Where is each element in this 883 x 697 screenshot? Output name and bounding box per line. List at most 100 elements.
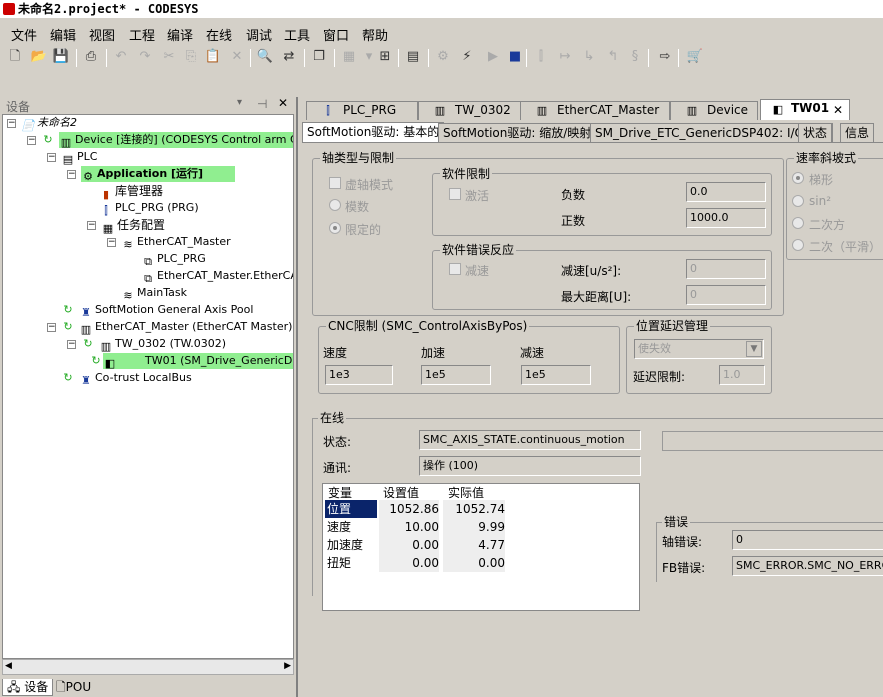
tab-ethercat-master[interactable]: ▥ EtherCAT_Master	[520, 101, 670, 120]
chevron-down-icon[interactable]: ▼	[746, 341, 762, 357]
cut-icon[interactable]: ✂	[160, 48, 178, 66]
step-out-icon[interactable]: ↰	[604, 48, 622, 66]
new-file-icon[interactable]: 🗋	[6, 48, 24, 66]
ethercat-icon: ▥	[536, 104, 548, 117]
menu-file[interactable]: 文件	[11, 25, 37, 44]
tab-tw01[interactable]: ◧ TW01 ✕	[760, 99, 850, 120]
tree-node-ethercat-master[interactable]: ▥ EtherCAT_Master (EtherCAT Master)	[79, 319, 293, 336]
replace-icon[interactable]: ⇄	[280, 48, 298, 66]
tab-tw0302[interactable]: ▥ TW_0302	[418, 101, 522, 120]
max-distance-field[interactable]: 0	[686, 285, 766, 305]
tab-info[interactable]: 信息	[840, 123, 875, 142]
undo-icon[interactable]: ↶	[112, 48, 130, 66]
tree-node-call-plc-prg[interactable]: ⧉ PLC_PRG	[141, 251, 206, 268]
virtual-mode-checkbox[interactable]	[329, 177, 341, 189]
cart-icon[interactable]: 🛒	[686, 48, 704, 66]
arrow-icon[interactable]: ⇨	[656, 48, 674, 66]
delete-icon[interactable]: ✕	[228, 48, 246, 66]
add-object-icon[interactable]: ⊞	[376, 48, 394, 66]
stop-icon[interactable]: ■	[506, 48, 524, 66]
login-icon[interactable]: ⚙	[434, 48, 452, 66]
window-icon[interactable]: ❐	[310, 48, 328, 66]
tab-devices[interactable]: 🖧 设备	[2, 679, 54, 696]
positive-limit-field[interactable]: 1000.0	[686, 208, 766, 228]
run-icon[interactable]: ▶	[484, 48, 502, 66]
menu-window[interactable]: 窗口	[323, 25, 349, 44]
tab-softmotion-basic[interactable]: SoftMotion驱动: 基本的	[302, 122, 445, 142]
logout-icon[interactable]: ⚡	[458, 48, 476, 66]
grid-icon[interactable]: ▦	[340, 48, 358, 66]
tab-device[interactable]: ▥ Device	[670, 101, 758, 120]
tree-node-application[interactable]: ⚙ Application [运行]	[81, 166, 235, 183]
modulo-radio[interactable]	[329, 199, 341, 211]
tab-softmotion-scaling[interactable]: SoftMotion驱动: 缩放/映射	[438, 123, 597, 142]
negative-limit-field[interactable]: 0.0	[686, 182, 766, 202]
tab-pou[interactable]: 🗋POU	[52, 679, 95, 696]
decel-field[interactable]: 0	[686, 259, 766, 279]
menu-debug[interactable]: 调试	[246, 25, 272, 44]
quadratic-radio[interactable]	[792, 217, 804, 229]
redo-icon[interactable]: ↷	[136, 48, 154, 66]
menu-tools[interactable]: 工具	[284, 25, 310, 44]
tree-node-maintask[interactable]: ≋ MainTask	[121, 285, 187, 302]
tab-io-mapping[interactable]: SM_Drive_ETC_GenericDSP402: I/O映射	[590, 123, 833, 142]
table-row[interactable]: 位置	[325, 500, 377, 518]
table-row[interactable]: 加速度	[327, 536, 363, 554]
tab-plc-prg[interactable]: ⫿ PLC_PRG	[306, 101, 418, 120]
table-row[interactable]: 速度	[327, 518, 351, 536]
tree-node-plc[interactable]: ▤ PLC	[61, 149, 98, 166]
force-icon[interactable]: §	[626, 48, 644, 66]
toolbar: 🗋 📂 💾 ⎙ ↶ ↷ ✂ ⎘ 📋 ✕ 🔍 ⇄ ❐ ▦ ▾ ⊞ ▤ ⚙ ⚡ ▶ …	[0, 44, 883, 72]
print-icon[interactable]: ⎙	[82, 48, 100, 66]
step-into-icon[interactable]: ↳	[580, 48, 598, 66]
pin-icon[interactable]: ⊣	[257, 97, 267, 111]
limited-radio[interactable]	[329, 222, 341, 234]
panel-menu-icon[interactable]: ▾	[237, 97, 242, 108]
tree-node-task-config[interactable]: ▦ 任务配置	[101, 217, 165, 235]
decel-checkbox[interactable]	[449, 263, 461, 275]
step-over-icon[interactable]: ↦	[556, 48, 574, 66]
sin2-radio[interactable]	[792, 195, 804, 207]
scroll-left-icon[interactable]: ◀	[5, 661, 12, 671]
menu-edit[interactable]: 编辑	[50, 25, 76, 44]
lag-select[interactable]: 使失效	[634, 339, 764, 359]
open-folder-icon[interactable]: 📂	[30, 48, 48, 66]
tree-node-localbus[interactable]: ♜ Co-trust LocalBus	[79, 370, 192, 387]
cnc-velocity-field[interactable]: 1e3	[325, 365, 393, 385]
menu-help[interactable]: 帮助	[362, 25, 388, 44]
tree-node-library[interactable]: ▮ 库管理器	[99, 183, 163, 201]
quadratic-smooth-radio[interactable]	[792, 239, 804, 251]
tree-hscrollbar[interactable]: ◀ ▶	[2, 659, 294, 675]
soft-limit-activate-checkbox[interactable]	[449, 188, 461, 200]
save-icon[interactable]: 💾	[52, 48, 70, 66]
tree-node-device[interactable]: ▥ Device [连接的] (CODESYS Control arm CTH	[59, 132, 293, 149]
table-row[interactable]: 扭矩	[327, 554, 351, 572]
build-icon[interactable]: ▤	[404, 48, 422, 66]
ethercat-icon: ▥	[80, 323, 92, 336]
menu-view[interactable]: 视图	[89, 25, 115, 44]
menu-online[interactable]: 在线	[206, 25, 232, 44]
menu-project[interactable]: 工程	[129, 25, 155, 44]
paste-icon[interactable]: 📋	[204, 48, 222, 66]
close-icon[interactable]: ✕	[278, 96, 288, 110]
trapezoid-radio[interactable]	[792, 172, 804, 184]
find-icon[interactable]: 🔍	[256, 48, 274, 66]
connected-icon: ↻	[63, 303, 73, 316]
tree-node-axis-pool[interactable]: ♜ SoftMotion General Axis Pool	[79, 302, 253, 319]
tree-node-tw0302[interactable]: ▥ TW_0302 (TW.0302)	[99, 336, 226, 353]
lag-limit-field[interactable]: 1.0	[719, 365, 765, 385]
tab-status[interactable]: 状态	[798, 123, 833, 142]
tree-node-plc-prg[interactable]: ⫿ PLC_PRG (PRG)	[99, 200, 198, 217]
breakpoint-icon[interactable]: ⫿	[532, 48, 550, 66]
tree-node-tw01[interactable]: ◧TW01 (SM_Drive_GenericDSP4	[103, 353, 293, 370]
copy-icon[interactable]: ⎘	[182, 48, 200, 66]
scroll-right-icon[interactable]: ▶	[284, 661, 291, 671]
tree-node-call-ethercat[interactable]: ⧉ EtherCAT_Master.EtherCAT	[141, 268, 293, 285]
tree-node-ethercat-task[interactable]: ≋ EtherCAT_Master	[121, 234, 230, 251]
tree-node-project[interactable]: 📄 未命名2	[21, 115, 77, 132]
close-tab-icon[interactable]: ✕	[833, 102, 843, 119]
cnc-accel-field[interactable]: 1e5	[421, 365, 491, 385]
cnc-decel-field[interactable]: 1e5	[521, 365, 591, 385]
decel-checkbox-label: 减速	[465, 264, 490, 278]
menu-build[interactable]: 编译	[167, 25, 193, 44]
